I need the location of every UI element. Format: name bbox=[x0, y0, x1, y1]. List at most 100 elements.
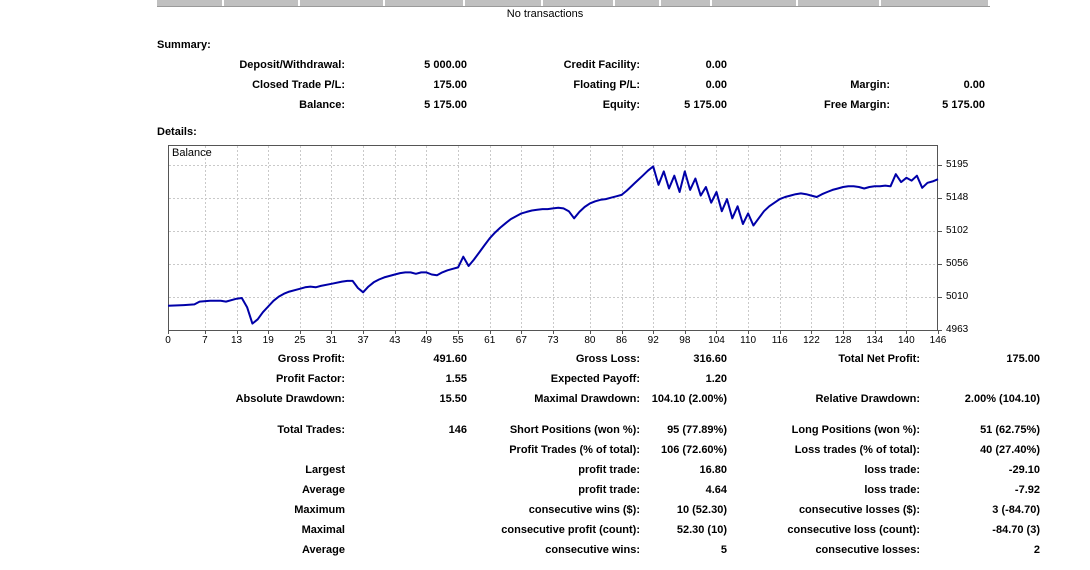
stat-value: 0.00 bbox=[705, 79, 727, 91]
x-axis-label: 122 bbox=[803, 335, 820, 346]
x-axis-label: 43 bbox=[389, 335, 401, 346]
y-axis-label: 5102 bbox=[946, 225, 969, 237]
stat-label: loss trade: bbox=[864, 484, 920, 496]
x-axis-label: 19 bbox=[262, 335, 274, 346]
stat-value: 491.60 bbox=[433, 353, 467, 365]
stat-value bbox=[345, 460, 467, 480]
stat-label: Total Trades: bbox=[277, 424, 345, 436]
x-axis-label: 110 bbox=[740, 335, 757, 346]
stat-label: consecutive losses: bbox=[815, 544, 920, 556]
x-axis-label: 7 bbox=[202, 335, 208, 346]
extremes-table: Largest profit trade: 16.80 loss trade: … bbox=[157, 460, 1040, 560]
y-axis-label: 5195 bbox=[946, 159, 969, 170]
x-axis-label: 98 bbox=[679, 335, 691, 346]
table-header-cell bbox=[385, 0, 463, 6]
stat-value bbox=[345, 440, 467, 460]
y-axis-label: 4963 bbox=[946, 324, 969, 335]
stat-value: 3 (-84.70) bbox=[992, 504, 1040, 516]
y-axis-label: 5010 bbox=[946, 290, 969, 302]
x-axis-label: 13 bbox=[230, 335, 243, 346]
stat-label: consecutive wins: bbox=[545, 544, 640, 556]
stat-label: Floating P/L: bbox=[573, 79, 640, 91]
stat-label: consecutive loss (count): bbox=[787, 524, 920, 536]
x-axis-label: 86 bbox=[615, 335, 628, 346]
stat-value: -29.10 bbox=[1008, 464, 1040, 476]
stat-label: Maximal Drawdown: bbox=[534, 393, 640, 405]
stat-value: 175.00 bbox=[1006, 353, 1040, 365]
stat-value: 5 175.00 bbox=[424, 99, 467, 111]
stat-label: Closed Trade P/L: bbox=[252, 79, 345, 91]
x-axis-label: 104 bbox=[708, 335, 725, 346]
stat-value: 10 (52.30) bbox=[676, 504, 727, 516]
stat-value: 2.00% (104.10) bbox=[964, 393, 1040, 405]
table-header-cell bbox=[300, 0, 383, 6]
stat-label bbox=[727, 55, 890, 75]
table-header-cell bbox=[465, 0, 541, 6]
y-axis-label: 5056 bbox=[946, 257, 969, 269]
stat-label: Short Positions (won %): bbox=[509, 424, 640, 436]
stat-value bbox=[345, 540, 467, 560]
stat-value: 5 175.00 bbox=[684, 99, 727, 111]
stat-label: Relative Drawdown: bbox=[815, 393, 920, 405]
balance-chart: Balance 5195 5148 5102 5056 5010 4963 0 7 13 19 25… bbox=[165, 145, 968, 350]
x-axis-label: 128 bbox=[834, 335, 852, 346]
trades-table: Total Trades: 146 Short Positions (won %… bbox=[157, 420, 1040, 460]
stat-label: Absolute Drawdown: bbox=[235, 393, 345, 405]
stat-value: 146 bbox=[448, 424, 467, 436]
stat-label: Gross Profit: bbox=[277, 353, 345, 365]
stat-value: 5 175.00 bbox=[942, 99, 985, 111]
x-axis-label: 49 bbox=[420, 335, 432, 346]
stat-value: 104.10 (2.00%) bbox=[651, 393, 727, 405]
x-axis-label: 140 bbox=[898, 335, 915, 346]
table-header-cell bbox=[881, 0, 988, 6]
stat-label: Expected Payoff: bbox=[550, 373, 640, 385]
stat-label: Balance: bbox=[299, 99, 345, 111]
stat-label: Profit Trades (% of total): bbox=[509, 444, 640, 456]
stat-value: 5 000.00 bbox=[424, 59, 467, 71]
stat-value bbox=[890, 55, 985, 75]
stat-label: consecutive losses ($): bbox=[798, 504, 920, 516]
stat-label: Equity: bbox=[602, 99, 640, 111]
stat-value: 15.50 bbox=[439, 393, 467, 405]
x-axis-label: 73 bbox=[547, 335, 559, 346]
stat-label: Maximal bbox=[301, 524, 345, 536]
stat-label: profit trade: bbox=[578, 484, 640, 496]
stat-value: 52.30 (10) bbox=[676, 524, 727, 536]
stat-value: 4.64 bbox=[705, 484, 727, 496]
stat-label: Average bbox=[301, 484, 345, 496]
stat-label: Margin: bbox=[850, 79, 890, 91]
stat-value bbox=[345, 520, 467, 540]
table-header-cell bbox=[615, 0, 659, 6]
summary-heading: Summary: bbox=[157, 39, 211, 51]
x-axis-label: 31 bbox=[325, 335, 338, 346]
stat-value: 95 (77.89%) bbox=[667, 424, 727, 436]
table-header-cell bbox=[157, 0, 222, 6]
x-axis-label: 146 bbox=[929, 335, 947, 346]
stat-label: consecutive wins ($): bbox=[528, 504, 640, 516]
stat-value: 106 (72.60%) bbox=[660, 444, 727, 456]
stat-label: profit trade: bbox=[578, 464, 640, 476]
stat-label: consecutive profit (count): bbox=[501, 524, 640, 536]
stat-value bbox=[345, 480, 467, 500]
balance-line bbox=[168, 165, 939, 325]
stat-label: Average bbox=[301, 544, 345, 556]
x-axis-label: 25 bbox=[294, 335, 306, 346]
table-header-cell bbox=[798, 0, 879, 6]
x-axis-label: 37 bbox=[357, 335, 369, 346]
stat-label: loss trade: bbox=[864, 464, 920, 476]
stat-value: 0.00 bbox=[963, 79, 985, 91]
x-axis-label: 55 bbox=[452, 335, 464, 346]
x-axis-label: 80 bbox=[584, 335, 596, 346]
chart-legend-balance: Balance bbox=[172, 147, 212, 159]
table-header-cell bbox=[224, 0, 298, 6]
stat-label: Profit Factor: bbox=[275, 373, 345, 385]
stat-value: 1.20 bbox=[705, 373, 727, 385]
summary-table: Deposit/Withdrawal: 5 000.00 Credit Faci… bbox=[157, 55, 985, 115]
stat-value: 5 bbox=[720, 544, 727, 556]
stat-label bbox=[157, 440, 345, 460]
stat-value: -84.70 (3) bbox=[992, 524, 1040, 536]
stat-value: 0.00 bbox=[705, 59, 727, 71]
stat-label: Largest bbox=[305, 464, 345, 476]
table-header-cell bbox=[712, 0, 796, 6]
table-header-cell bbox=[661, 0, 710, 6]
